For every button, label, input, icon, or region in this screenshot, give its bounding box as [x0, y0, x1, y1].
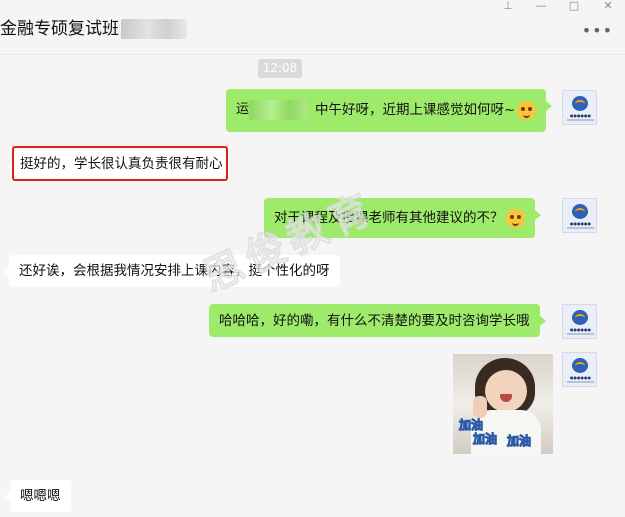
blurred-title-suffix [121, 19, 187, 39]
message-timestamp: 12:08 [258, 59, 302, 78]
minimize-icon[interactable]: — [530, 0, 552, 14]
my-avatar[interactable]: ●●●●●● [562, 304, 597, 339]
chat-title: 金融专硕复试班 [0, 14, 187, 39]
close-icon[interactable]: ✕ [597, 0, 619, 14]
sticker-text: 加油 [506, 434, 532, 449]
my-avatar[interactable]: ●●●●●● [562, 90, 597, 125]
blurred-name [249, 100, 308, 120]
chat-header: 金融专硕复试班 ⊥ — □ ✕ ••• [0, 0, 625, 55]
pin-icon[interactable]: ⊥ [497, 0, 519, 14]
highlight-box [12, 146, 228, 181]
outgoing-message-bubble[interactable]: 运中午好呀，近期上课感觉如何呀~ [226, 89, 553, 132]
message-text: 哈哈哈，好的嘞，有什么不清楚的要及时咨询学长哦 [219, 313, 530, 329]
message-text: 嗯嗯嗯 [20, 488, 61, 504]
sticker-image-message[interactable]: 加油 加油 加油 [453, 354, 553, 454]
maximize-icon[interactable]: □ [563, 0, 585, 14]
my-avatar[interactable]: ●●●●●● [562, 198, 597, 233]
outgoing-message-bubble[interactable]: 哈哈哈，好的嘞，有什么不清楚的要及时咨询学长哦 [209, 304, 545, 337]
smile-emoji-icon [505, 208, 525, 228]
incoming-message-bubble[interactable]: 嗯嗯嗯 [4, 480, 71, 512]
my-avatar[interactable]: ●●●●●● [562, 352, 597, 387]
smile-emoji-icon [517, 100, 537, 120]
message-text: 中午好呀，近期上课感觉如何呀~ [315, 102, 516, 118]
sticker-text: 加油 [472, 432, 498, 447]
chat-title-text: 金融专硕复试班 [0, 19, 119, 39]
more-options-icon[interactable]: ••• [582, 23, 613, 39]
